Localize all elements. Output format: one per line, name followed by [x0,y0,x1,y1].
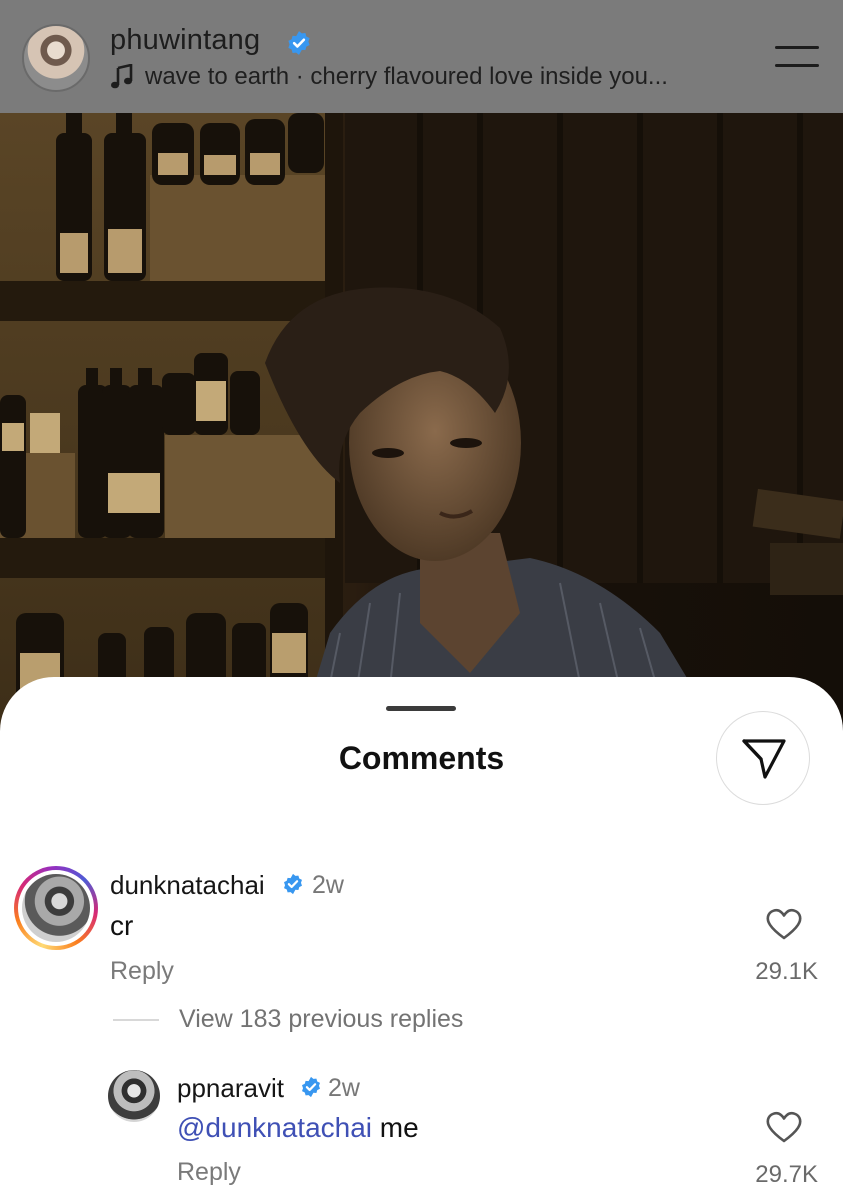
replies-divider [113,1019,159,1021]
comment-username[interactable]: dunknatachai [110,870,265,901]
mention-link[interactable]: @dunknatachai [177,1112,372,1143]
comment-avatar [22,874,90,942]
comments-sheet: Comments dunknatachai 2w cr Reply 29.1K … [0,677,843,1200]
view-previous-replies-button[interactable]: View 183 previous replies [179,1005,463,1034]
comment-avatar-story-ring[interactable] [14,866,98,950]
post-photo [0,113,843,733]
reply-avatar[interactable] [108,1070,160,1122]
share-button[interactable] [716,711,810,805]
verified-badge-icon [288,31,310,55]
profile-avatar[interactable] [22,24,90,92]
reply-text: @dunknatachai me [177,1112,419,1144]
reply-button[interactable]: Reply [110,957,174,986]
music-note-icon [111,64,133,89]
like-count: 29.1K [755,958,818,985]
like-count: 29.7K [755,1161,818,1188]
reply-button[interactable]: Reply [177,1158,241,1187]
heart-icon[interactable] [765,907,803,941]
profile-header: phuwintang wave to earth · cherry flavou… [0,0,843,113]
comment-text: cr [110,910,134,941]
reply-time: 2w [328,1074,360,1102]
now-playing-track[interactable]: wave to earth · cherry flavoured love in… [145,63,668,91]
verified-badge-icon [284,873,302,895]
heart-icon[interactable] [765,1110,803,1144]
drag-handle[interactable] [386,706,456,711]
verified-badge-icon [302,1076,320,1098]
comment-time: 2w [312,871,344,899]
reply-username[interactable]: ppnaravit [177,1073,284,1104]
reply-body: me [372,1112,419,1143]
menu-icon[interactable] [775,44,819,70]
profile-username[interactable]: phuwintang [110,24,260,57]
send-icon [742,739,786,779]
